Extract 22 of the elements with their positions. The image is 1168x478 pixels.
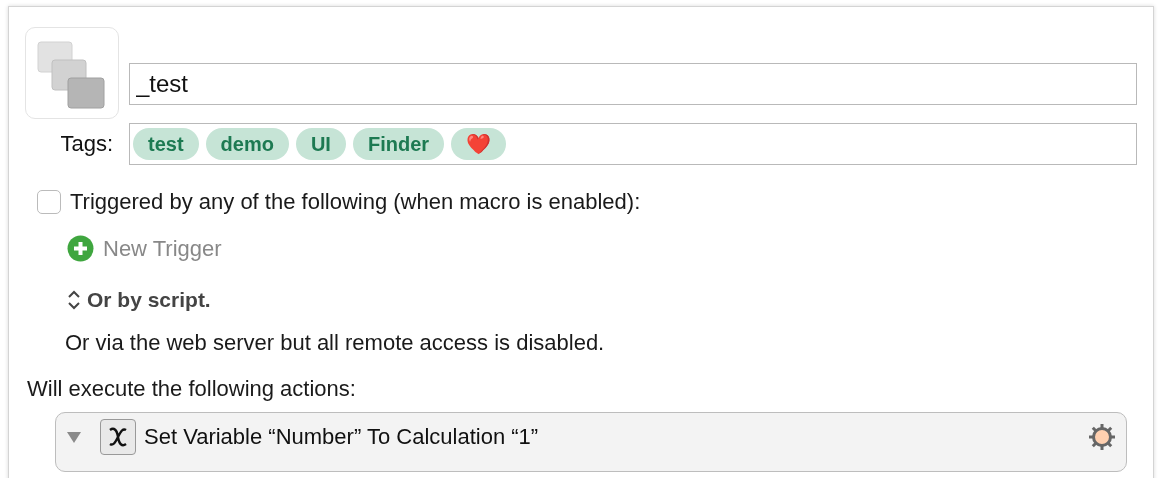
tags-field[interactable]: test demo UI Finder ❤ — [129, 123, 1137, 165]
macro-icon[interactable] — [25, 27, 119, 119]
tag[interactable]: demo — [205, 128, 289, 160]
trigger-label: Triggered by any of the following (when macro is enabled): — [70, 189, 641, 215]
variable-icon — [100, 419, 136, 455]
tags-label: Tags: — [59, 131, 114, 157]
trigger-checkbox[interactable] — [37, 190, 61, 214]
script-toggle[interactable]: Or by script. — [87, 288, 211, 312]
action-title: Set Variable “Number” To Calculation “1” — [144, 424, 540, 450]
macro-name-field[interactable]: _test — [129, 63, 1137, 105]
actions-heading: Will execute the following actions: — [27, 376, 357, 402]
add-icon[interactable] — [67, 235, 94, 262]
new-trigger-link[interactable]: New Trigger — [103, 235, 222, 262]
tag[interactable]: test — [133, 128, 199, 160]
action-row[interactable]: Set Variable “Number” To Calculation “1” — [55, 412, 1127, 472]
web-server-note: Or via the web server but all remote access is disabled. — [65, 330, 606, 356]
tag[interactable]: Finder — [352, 128, 445, 160]
chevron-updown-icon[interactable] — [67, 289, 81, 311]
tag[interactable]: ❤ — [451, 128, 507, 160]
tag[interactable]: UI — [295, 128, 346, 160]
disclosure-triangle-icon[interactable] — [66, 430, 82, 444]
gear-icon[interactable] — [1088, 423, 1116, 451]
